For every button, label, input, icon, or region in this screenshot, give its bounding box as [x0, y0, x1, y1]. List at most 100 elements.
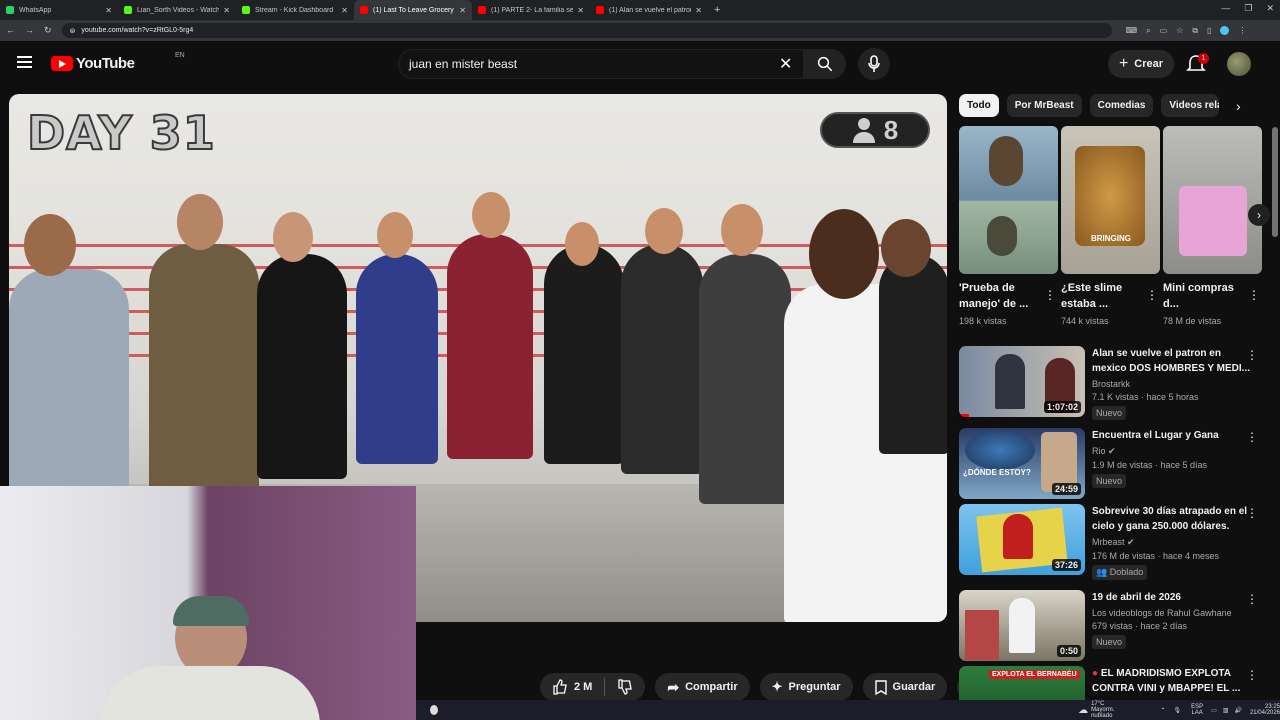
short-thumbnail[interactable]: BRINGING	[1061, 126, 1160, 274]
short-item[interactable]: 'Prueba de manejo' de ... 198 k vistas ⋮	[959, 126, 1058, 326]
video-title[interactable]: Alan se vuelve el patron en mexico DOS H…	[1092, 346, 1252, 376]
browser-menu-icon[interactable]: ⋮	[1238, 26, 1246, 35]
back-icon[interactable]: ←	[6, 25, 15, 36]
more-vertical-icon[interactable]: ⋮	[1246, 348, 1258, 362]
cast-icon[interactable]: ▭	[1160, 26, 1168, 35]
monitor-icon[interactable]: ▭	[1211, 707, 1217, 714]
clock-date: 21/04/2026	[1249, 710, 1280, 716]
browser-tab-active[interactable]: (1) Last To Leave Grocery S ✕	[354, 0, 472, 20]
save-button[interactable]: Guardar	[862, 673, 948, 701]
chip-por-mrbeast[interactable]: Por MrBeast	[1006, 94, 1082, 117]
create-button[interactable]: + Crear	[1108, 50, 1174, 78]
channel-name[interactable]: Los videoblogs de Rahul Gawhane	[1092, 608, 1252, 618]
tray-chevron-icon[interactable]: ⌃	[1160, 707, 1165, 714]
video-thumbnail[interactable]: 37:26	[959, 504, 1085, 575]
site-info-icon[interactable]: ⊜	[70, 27, 76, 35]
close-icon[interactable]: ✕	[695, 6, 702, 15]
reload-icon[interactable]: ↻	[44, 25, 52, 36]
share-button[interactable]: ➦ Compartir	[655, 673, 750, 701]
ask-button[interactable]: ✦ Preguntar	[759, 673, 853, 701]
scrollbar-thumb[interactable]	[1272, 127, 1278, 237]
more-vertical-icon[interactable]: ⋮	[1044, 288, 1056, 302]
video-title[interactable]: 19 de abril de 2026	[1092, 590, 1252, 605]
close-icon[interactable]: ✕	[459, 6, 466, 15]
close-icon[interactable]: ✕	[105, 6, 112, 15]
short-thumbnail[interactable]	[959, 126, 1058, 274]
hamburger-menu-icon[interactable]	[17, 56, 32, 68]
browser-tab[interactable]: (1) PARTE 2- La familia se c ✕	[472, 0, 590, 20]
globe-graphic	[965, 430, 1035, 470]
obs-icon[interactable]	[430, 705, 439, 715]
zoom-icon[interactable]: ⌕	[1146, 26, 1150, 36]
video-title[interactable]: Sobrevive 30 días atrapado en el cielo y…	[1092, 504, 1252, 534]
chip-todo[interactable]: Todo	[959, 94, 999, 117]
video-thumbnail[interactable]: 0:50	[959, 590, 1085, 661]
recommended-video[interactable]: 1:07:02 Alan se vuelve el patron en mexi…	[959, 346, 1264, 420]
url-field[interactable]: ⊜ youtube.com/watch?v=zRtGL0-5rg4	[61, 23, 1112, 38]
like-button[interactable]: 2 M	[540, 673, 646, 701]
short-thumbnail[interactable]	[1163, 126, 1262, 274]
profile-icon[interactable]	[1220, 26, 1230, 35]
short-item[interactable]: Mini compras d... 78 M de vistas ⋮	[1163, 126, 1262, 326]
short-item[interactable]: BRINGING ¿Este slime estaba ... 744 k vi…	[1061, 126, 1160, 326]
more-vertical-icon[interactable]: ⋮	[1246, 592, 1258, 606]
chip-comedias[interactable]: Comedias	[1089, 94, 1154, 117]
search-input[interactable]: juan en mister beast	[398, 49, 804, 79]
new-tab-button[interactable]: +	[714, 4, 720, 16]
like-count: 2 M	[574, 681, 593, 693]
more-vertical-icon[interactable]: ⋮	[1246, 506, 1258, 520]
more-vertical-icon[interactable]: ⋮	[1246, 668, 1258, 682]
recommended-video[interactable]: ¿DÓNDE ESTOY? 24:59 Encuentra el Lugar y…	[959, 428, 1264, 502]
translate-icon[interactable]: ⌨	[1126, 26, 1138, 35]
video-title[interactable]: Encuentra el Lugar y Gana	[1092, 428, 1252, 443]
shorts-next-button[interactable]: ›	[1248, 204, 1270, 226]
browser-tab[interactable]: (1) Alan se vuelve el patron en ✕	[590, 0, 708, 20]
channel-name[interactable]: Brostarkk	[1092, 379, 1252, 389]
close-window-icon[interactable]: ✕	[1266, 3, 1274, 14]
short-title[interactable]: 'Prueba de manejo' de ...	[959, 280, 1037, 312]
shorts-shelf: 'Prueba de manejo' de ... 198 k vistas ⋮…	[959, 126, 1262, 326]
chevron-right-icon: ›	[1257, 208, 1261, 222]
thumbs-down-icon[interactable]	[617, 679, 633, 695]
more-vertical-icon[interactable]: ⋮	[1246, 430, 1258, 444]
account-avatar[interactable]	[1227, 52, 1251, 76]
video-title[interactable]: EL MADRIDISMO EXPLOTA CONTRA VINI y MBAP…	[1092, 668, 1240, 694]
channel-name[interactable]: Rio	[1092, 446, 1106, 456]
video-meta: 679 vistas · hace 2 días	[1092, 621, 1188, 631]
video-thumbnail[interactable]: ¿DÓNDE ESTOY? 24:59	[959, 428, 1085, 499]
volume-icon[interactable]: 🔊	[1234, 707, 1241, 714]
chip-videos-relacionados[interactable]: Videos rela	[1161, 94, 1220, 117]
minimize-icon[interactable]: —	[1221, 3, 1230, 14]
close-icon[interactable]: ✕	[341, 6, 348, 15]
video-thumbnail[interactable]: EXPLOTA EL BERNABÉU	[959, 666, 1085, 700]
close-icon[interactable]: ✕	[223, 6, 230, 15]
more-vertical-icon[interactable]: ⋮	[1248, 288, 1260, 302]
short-title[interactable]: Mini compras d...	[1163, 280, 1241, 312]
sidepanel-icon[interactable]: ▯	[1207, 26, 1211, 35]
channel-name[interactable]: Mrbeast	[1092, 537, 1125, 547]
person-icon	[852, 118, 875, 143]
youtube-logo[interactable]: YouTube EN	[51, 52, 185, 72]
short-title[interactable]: ¿Este slime estaba ...	[1061, 280, 1139, 312]
network-icon[interactable]: ▥	[1223, 707, 1229, 714]
extensions-icon[interactable]: ⧉	[1192, 26, 1198, 36]
recommended-video[interactable]: EXPLOTA EL BERNABÉU ● EL MADRIDISMO EXPL…	[959, 666, 1264, 700]
forward-icon[interactable]: →	[25, 25, 34, 36]
browser-tab[interactable]: Lian_Sorth Videos - Watch ✕	[118, 0, 236, 20]
chevron-right-icon[interactable]: ›	[1236, 98, 1241, 114]
recommended-video[interactable]: 37:26 Sobrevive 30 días atrapado en el c…	[959, 504, 1264, 580]
video-thumbnail[interactable]: 1:07:02	[959, 346, 1085, 417]
search-button[interactable]	[804, 49, 846, 79]
page-scrollbar[interactable]	[1272, 87, 1278, 687]
recommended-video[interactable]: 0:50 19 de abril de 2026 Los videoblogs …	[959, 590, 1264, 664]
more-vertical-icon[interactable]: ⋮	[1146, 288, 1158, 302]
clear-search-icon[interactable]: ✕	[779, 54, 792, 74]
maximize-icon[interactable]: ❐	[1244, 3, 1252, 14]
search-value: juan en mister beast	[409, 57, 518, 71]
voice-search-button[interactable]	[858, 48, 890, 80]
browser-tab[interactable]: WhatsApp ✕	[0, 0, 118, 20]
browser-tab[interactable]: Stream - Kick Dashboard ✕	[236, 0, 354, 20]
mic-tray-icon[interactable]: 🎙	[1174, 707, 1182, 714]
bookmark-star-icon[interactable]: ☆	[1176, 26, 1183, 35]
close-icon[interactable]: ✕	[577, 6, 584, 15]
